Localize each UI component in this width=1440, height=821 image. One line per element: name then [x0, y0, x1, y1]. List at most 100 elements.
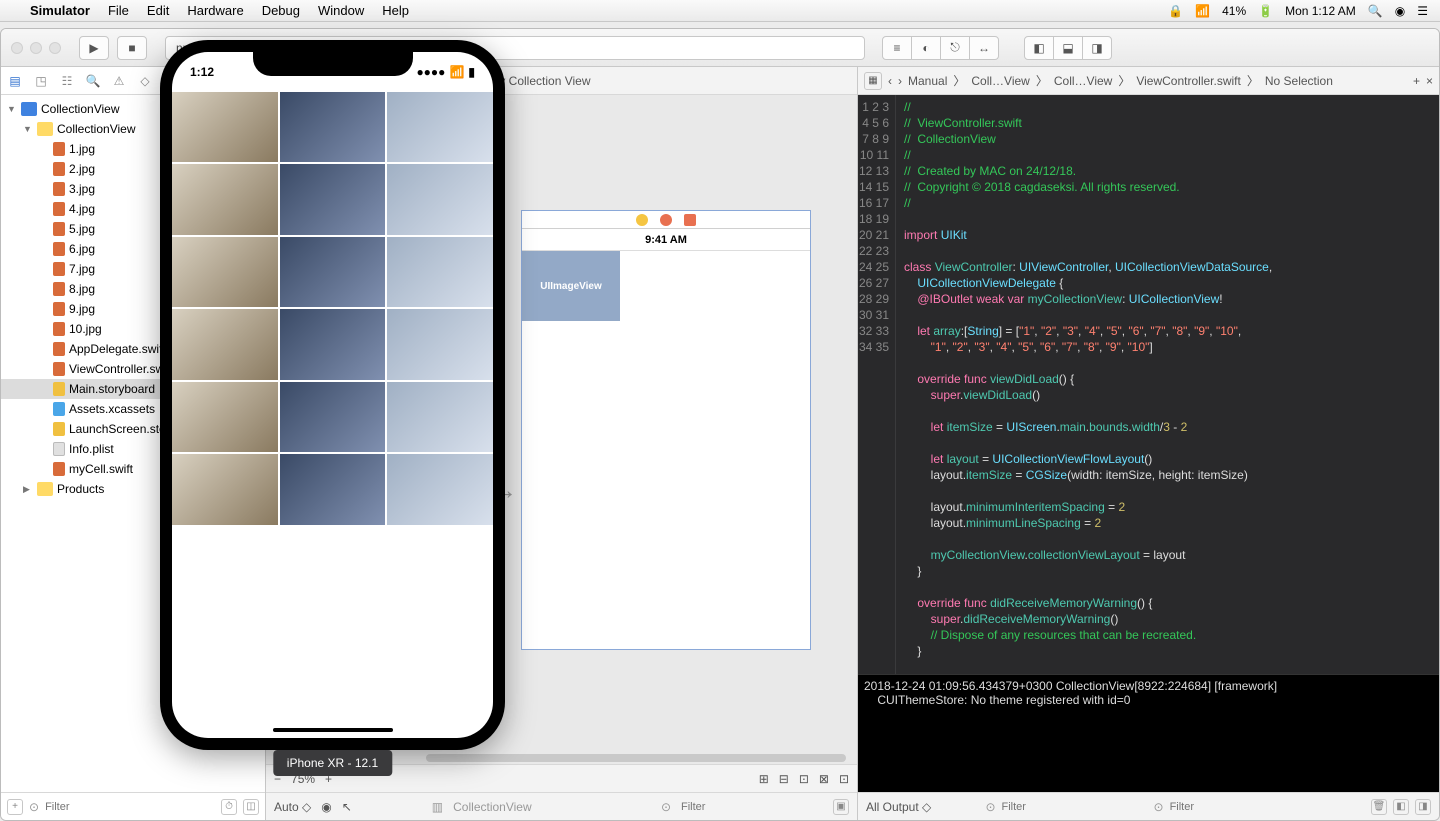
toggle-inspector-button[interactable]: ◨	[1082, 36, 1112, 60]
sim-cell[interactable]	[172, 92, 278, 162]
iphone-frame[interactable]: 1:12 ●●●● 📶 ▮	[160, 40, 505, 750]
trash-icon[interactable]: 🗑	[1371, 799, 1387, 815]
menubar-clock[interactable]: Mon 1:12 AM	[1285, 4, 1356, 18]
ib-scrollbar[interactable]	[266, 754, 857, 764]
panel-toggle-left-icon[interactable]: ◧	[1393, 799, 1409, 815]
menubar-edit[interactable]: Edit	[147, 3, 169, 18]
siri-icon[interactable]: ◉	[1395, 4, 1405, 18]
eye-icon[interactable]: ◉	[321, 800, 331, 814]
recent-icon[interactable]: ⏱	[221, 799, 237, 815]
uiimageview-placeholder[interactable]: UIImageView	[522, 251, 620, 321]
jump-nosel[interactable]: No Selection	[1265, 74, 1333, 88]
ib-device-frame[interactable]: 9:41 AM UIImageView	[521, 210, 811, 650]
project-nav-icon[interactable]: ▤	[7, 73, 23, 89]
console-filter-left[interactable]	[1002, 801, 1144, 813]
stop-button[interactable]: ■	[117, 36, 147, 60]
toggle-debug-button[interactable]: ⬓	[1053, 36, 1083, 60]
sim-cell[interactable]	[387, 382, 493, 452]
menubar-hardware[interactable]: Hardware	[187, 3, 243, 18]
all-output-label[interactable]: All Output ◇	[866, 800, 931, 814]
scene-icon-3[interactable]	[684, 214, 696, 226]
zoom-button[interactable]	[49, 42, 61, 54]
run-button[interactable]: ▶	[79, 36, 109, 60]
jump-r1[interactable]: Coll…View	[971, 74, 1029, 88]
menubar-window[interactable]: Window	[318, 3, 364, 18]
home-indicator[interactable]	[273, 728, 393, 732]
sim-cell[interactable]	[172, 454, 278, 524]
assistant-editor-button[interactable]: ◐	[911, 36, 941, 60]
dock-label: CollectionView	[453, 800, 532, 814]
sim-cell[interactable]	[280, 237, 386, 307]
jump-manual[interactable]: Manual	[908, 74, 947, 88]
debug-console[interactable]: 2018-12-24 01:09:56.434379+0300 Collecti…	[858, 674, 1439, 792]
source-nav-icon[interactable]: ◳	[33, 73, 49, 89]
add-editor-icon[interactable]: +	[1413, 74, 1420, 88]
nav-back-icon[interactable]: ‹	[888, 74, 892, 88]
sim-cell[interactable]	[280, 382, 386, 452]
nav-fwd-icon[interactable]: ›	[898, 74, 902, 88]
auto-label[interactable]: Auto ◇	[274, 800, 311, 814]
sim-cell[interactable]	[280, 164, 386, 234]
console-filter-right[interactable]	[1170, 801, 1365, 813]
jump-file[interactable]: ViewController.swift	[1136, 74, 1240, 88]
sim-collectionview[interactable]	[172, 92, 493, 525]
related-items-icon[interactable]: ▦	[864, 72, 882, 90]
zoom-out-button[interactable]: −	[274, 772, 281, 786]
notification-icon[interactable]: ☰	[1417, 4, 1428, 18]
zoom-level[interactable]: 75%	[291, 772, 315, 786]
menubar-file[interactable]: File	[108, 3, 129, 18]
dock-icon[interactable]: ▥	[432, 800, 443, 814]
sim-cell[interactable]	[387, 92, 493, 162]
jump-r2[interactable]: Coll…View	[1054, 74, 1112, 88]
scm-icon[interactable]: ◫	[243, 799, 259, 815]
sim-cell[interactable]	[280, 454, 386, 524]
sim-cell[interactable]	[280, 92, 386, 162]
sim-cell[interactable]	[387, 237, 493, 307]
add-button[interactable]: +	[7, 799, 23, 815]
sim-cell[interactable]	[387, 454, 493, 524]
iphone-screen[interactable]: 1:12 ●●●● 📶 ▮	[172, 52, 493, 738]
dock-filter[interactable]	[681, 801, 823, 813]
zoom-in-button[interactable]: +	[325, 772, 332, 786]
sim-cell[interactable]	[172, 309, 278, 379]
resolve-icon[interactable]: ⊡	[799, 772, 809, 786]
panel-toggle-right-icon[interactable]: ◨	[1415, 799, 1431, 815]
menubar-app[interactable]: Simulator	[30, 3, 90, 18]
sim-cell[interactable]	[172, 164, 278, 234]
sim-cell[interactable]	[387, 309, 493, 379]
scene-icon-2[interactable]	[660, 214, 672, 226]
toggle-navigator-button[interactable]: ◧	[1024, 36, 1054, 60]
pointer-icon[interactable]: ↖	[342, 800, 352, 814]
lock-icon[interactable]: 🔒	[1168, 4, 1183, 18]
issue-nav-icon[interactable]: ⚠	[111, 73, 127, 89]
jumpbar-assistant[interactable]: ▦ ‹ › Manual〉 Coll…View〉 Coll…View〉 View…	[858, 67, 1439, 95]
line-gutter[interactable]: 1 2 3 4 5 6 7 8 9 10 11 12 13 14 15 16 1…	[858, 95, 896, 674]
library-button[interactable]: ▣	[833, 799, 849, 815]
minimize-button[interactable]	[30, 42, 42, 54]
version-editor-button[interactable]: ⎋	[940, 36, 970, 60]
wifi-icon[interactable]: 📶	[1195, 4, 1210, 18]
editor-nav-button[interactable]: ↔	[969, 36, 999, 60]
symbol-nav-icon[interactable]: ☷	[59, 73, 75, 89]
scene-icon-1[interactable]	[636, 214, 648, 226]
embed-icon[interactable]: ⊠	[819, 772, 829, 786]
code-scrollbar[interactable]	[1425, 95, 1439, 674]
code-content[interactable]: // // ViewController.swift // Collection…	[896, 95, 1425, 674]
navigator-filter[interactable]	[45, 801, 215, 813]
align-icon[interactable]: ⊞	[759, 772, 769, 786]
sim-cell[interactable]	[172, 382, 278, 452]
close-editor-icon[interactable]: ×	[1426, 74, 1433, 88]
sim-cell[interactable]	[387, 164, 493, 234]
code-editor[interactable]: 1 2 3 4 5 6 7 8 9 10 11 12 13 14 15 16 1…	[858, 95, 1439, 674]
find-nav-icon[interactable]: 🔍	[85, 73, 101, 89]
close-button[interactable]	[11, 42, 23, 54]
standard-editor-button[interactable]: ≡	[882, 36, 912, 60]
test-nav-icon[interactable]: ◇	[137, 73, 153, 89]
menubar-debug[interactable]: Debug	[262, 3, 300, 18]
sim-cell[interactable]	[280, 309, 386, 379]
sim-cell[interactable]	[172, 237, 278, 307]
stack-icon[interactable]: ⊡	[839, 772, 849, 786]
menubar-help[interactable]: Help	[382, 3, 409, 18]
pin-icon[interactable]: ⊟	[779, 772, 789, 786]
spotlight-icon[interactable]: 🔍	[1368, 4, 1383, 18]
